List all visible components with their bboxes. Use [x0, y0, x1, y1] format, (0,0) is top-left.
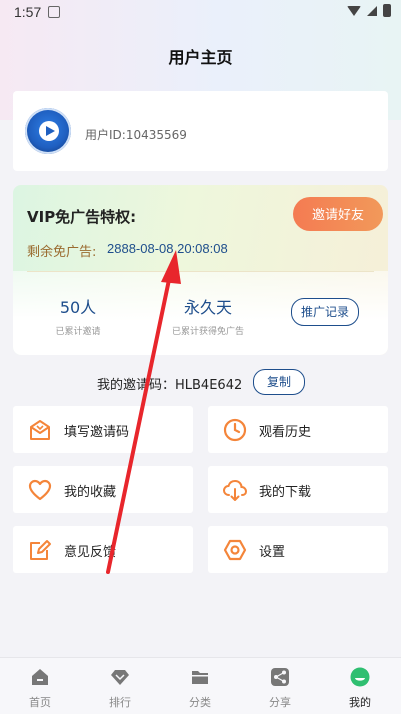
- menu-item-label: 意见反馈: [64, 545, 117, 560]
- tab-profile[interactable]: 我的: [320, 658, 400, 714]
- user-card[interactable]: 用户ID:10435569: [13, 91, 388, 171]
- stat-invites-value: 50人: [59, 298, 97, 317]
- menu-item-label: 观看历史: [259, 425, 312, 440]
- settings-icon: [223, 539, 247, 561]
- signal-icon: [367, 5, 377, 16]
- stat-days-label: 已累计获得免广告: [171, 327, 244, 337]
- invite-code-text: 我的邀请码：HLB4E642: [97, 378, 243, 393]
- vip-expire-label: 剩余免广告:: [27, 245, 97, 260]
- menu-item-settings[interactable]: 设置: [208, 526, 388, 573]
- stat-invites-label: 已累计邀请: [55, 327, 101, 337]
- folder-icon: [192, 671, 208, 684]
- share-icon: [271, 668, 289, 686]
- menu-item-enter-invite-code[interactable]: 填写邀请码: [13, 406, 193, 453]
- play-icon: [39, 121, 59, 141]
- tab-label: 分享: [269, 696, 291, 709]
- vip-divider: [27, 271, 374, 272]
- tab-share[interactable]: 分享: [240, 658, 320, 714]
- diamond-icon: [111, 670, 129, 685]
- home-icon: [32, 669, 48, 685]
- tab-home[interactable]: 首页: [0, 658, 80, 714]
- sim-icon: [48, 6, 60, 18]
- stat-days: 永久天 已累计获得免广告: [153, 294, 263, 337]
- tab-ranking[interactable]: 排行: [80, 658, 160, 714]
- status-time: 1:57: [14, 4, 42, 20]
- vip-title: VIP免广告特权:: [27, 208, 137, 226]
- heart-icon: [28, 479, 52, 501]
- vip-expire-value: 2888-08-08 20:08:08: [107, 241, 228, 256]
- stat-invites: 50人 已累计邀请: [43, 294, 113, 337]
- invite-friends-button[interactable]: 邀请好友: [293, 197, 383, 231]
- wifi-icon: [347, 5, 361, 16]
- menu-item-label: 填写邀请码: [64, 425, 130, 440]
- tab-bar: 首页 排行 分类 分享 我的: [0, 657, 401, 714]
- clock-icon: [223, 418, 247, 442]
- vip-card: VIP免广告特权: 剩余免广告: 2888-08-08 20:08:08 邀请好…: [13, 185, 388, 355]
- battery-icon: [383, 4, 391, 17]
- copy-button[interactable]: 复制: [253, 369, 305, 395]
- menu-item-label: 设置: [259, 545, 286, 560]
- tab-label: 分类: [189, 696, 211, 709]
- status-bar: 1:57: [0, 0, 401, 24]
- cloud-download-icon: [222, 479, 248, 501]
- profile-icon: [350, 667, 370, 687]
- invite-code-row: 我的邀请码：HLB4E642 复制: [0, 369, 401, 395]
- avatar[interactable]: [25, 108, 71, 154]
- tab-category[interactable]: 分类: [160, 658, 240, 714]
- menu-item-label: 我的下载: [259, 485, 312, 500]
- edit-icon: [30, 540, 51, 560]
- user-id: 用户ID:10435569: [85, 128, 187, 142]
- stat-days-value: 永久天: [183, 298, 232, 317]
- menu-item-label: 我的收藏: [64, 485, 117, 500]
- menu-item-feedback[interactable]: 意见反馈: [13, 526, 193, 573]
- envelope-icon: [30, 420, 50, 440]
- tab-label: 首页: [29, 696, 51, 709]
- tab-label: 排行: [109, 696, 131, 709]
- page-title: 用户主页: [168, 48, 233, 67]
- menu-item-watch-history[interactable]: 观看历史: [208, 406, 388, 453]
- tab-label: 我的: [349, 696, 371, 709]
- promotion-record-button[interactable]: 推广记录: [291, 298, 359, 326]
- menu-item-downloads[interactable]: 我的下载: [208, 466, 388, 513]
- menu-item-favorites[interactable]: 我的收藏: [13, 466, 193, 513]
